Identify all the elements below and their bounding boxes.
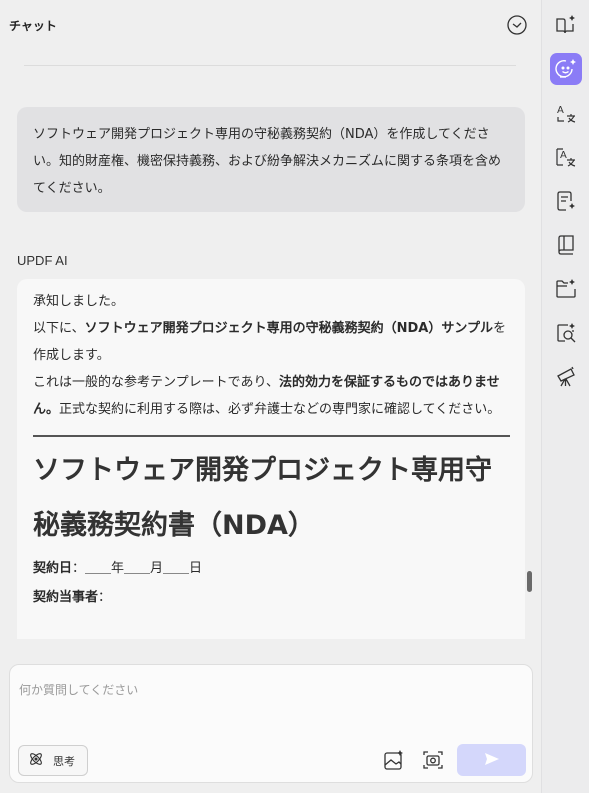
summarize-icon[interactable]: [550, 185, 582, 217]
user-message-text: ソフトウェア開発プロジェクト専用の守秘義務契約（NDA）を作成してください。知的…: [33, 127, 502, 196]
translate-icon[interactable]: A: [550, 97, 582, 129]
user-message-bubble: ソフトウェア開発プロジェクト専用の守秘義務契約（NDA）を作成してください。知的…: [17, 107, 525, 212]
ai-message-bubble: 承知しました。 以下に、ソフトウェア開発プロジェクト専用の守秘義務契約（NDA）…: [17, 279, 525, 639]
chat-scrollbar-thumb[interactable]: [527, 571, 532, 592]
divider: [24, 65, 516, 66]
telescope-icon[interactable]: [550, 361, 582, 393]
send-button[interactable]: [457, 744, 526, 776]
chat-header: チャット: [0, 0, 542, 50]
chat-input-box: 思考: [9, 664, 533, 783]
knowledge-book-icon[interactable]: [550, 229, 582, 261]
book-sparkle-icon[interactable]: [550, 9, 582, 41]
send-icon: [484, 751, 500, 770]
folder-sparkle-icon[interactable]: [550, 273, 582, 305]
think-toggle-button[interactable]: 思考: [18, 745, 88, 776]
think-label: 思考: [53, 754, 75, 768]
ai-sender-label: UPDF AI: [17, 253, 68, 268]
horizontal-rule: [33, 435, 510, 437]
ai-intro-bold: ソフトウェア開発プロジェクト専用の守秘義務契約（NDA）サンプル: [84, 321, 493, 336]
ai-line-ack: 承知しました。: [33, 294, 125, 309]
image-sparkle-icon[interactable]: [383, 749, 405, 771]
chat-input[interactable]: [19, 675, 519, 705]
document-heading: ソフトウェア開発プロジェクト専用守秘義務契約書（NDA）: [33, 455, 492, 541]
svg-text:A: A: [557, 105, 564, 116]
screenshot-camera-icon[interactable]: [422, 749, 444, 771]
contract-parties-line: 契約当事者：: [33, 590, 112, 605]
svg-text:A: A: [560, 150, 567, 161]
ai-chat-icon[interactable]: [550, 53, 582, 85]
ai-line-intro: 以下に、ソフトウェア開発プロジェクト専用の守秘義務契約（NDA）サンプルを作成し…: [33, 321, 506, 363]
chat-title: チャット: [9, 19, 57, 33]
atom-icon: [28, 751, 44, 770]
contract-date-line: 契約日：＿＿年＿＿月＿＿日: [33, 561, 203, 576]
search-document-icon[interactable]: [550, 317, 582, 349]
chat-panel: チャット ソフトウェア開発プロジェクト専用の守秘義務契約（NDA）を作成してくだ…: [0, 0, 542, 793]
history-clock-icon[interactable]: [506, 14, 528, 36]
ai-line-disclaimer: これは一般的な参考テンプレートであり、法的効力を保証するものではありません。正式…: [33, 375, 501, 417]
translate-alt-icon[interactable]: A: [550, 141, 582, 173]
right-sidebar: A A: [543, 0, 589, 793]
